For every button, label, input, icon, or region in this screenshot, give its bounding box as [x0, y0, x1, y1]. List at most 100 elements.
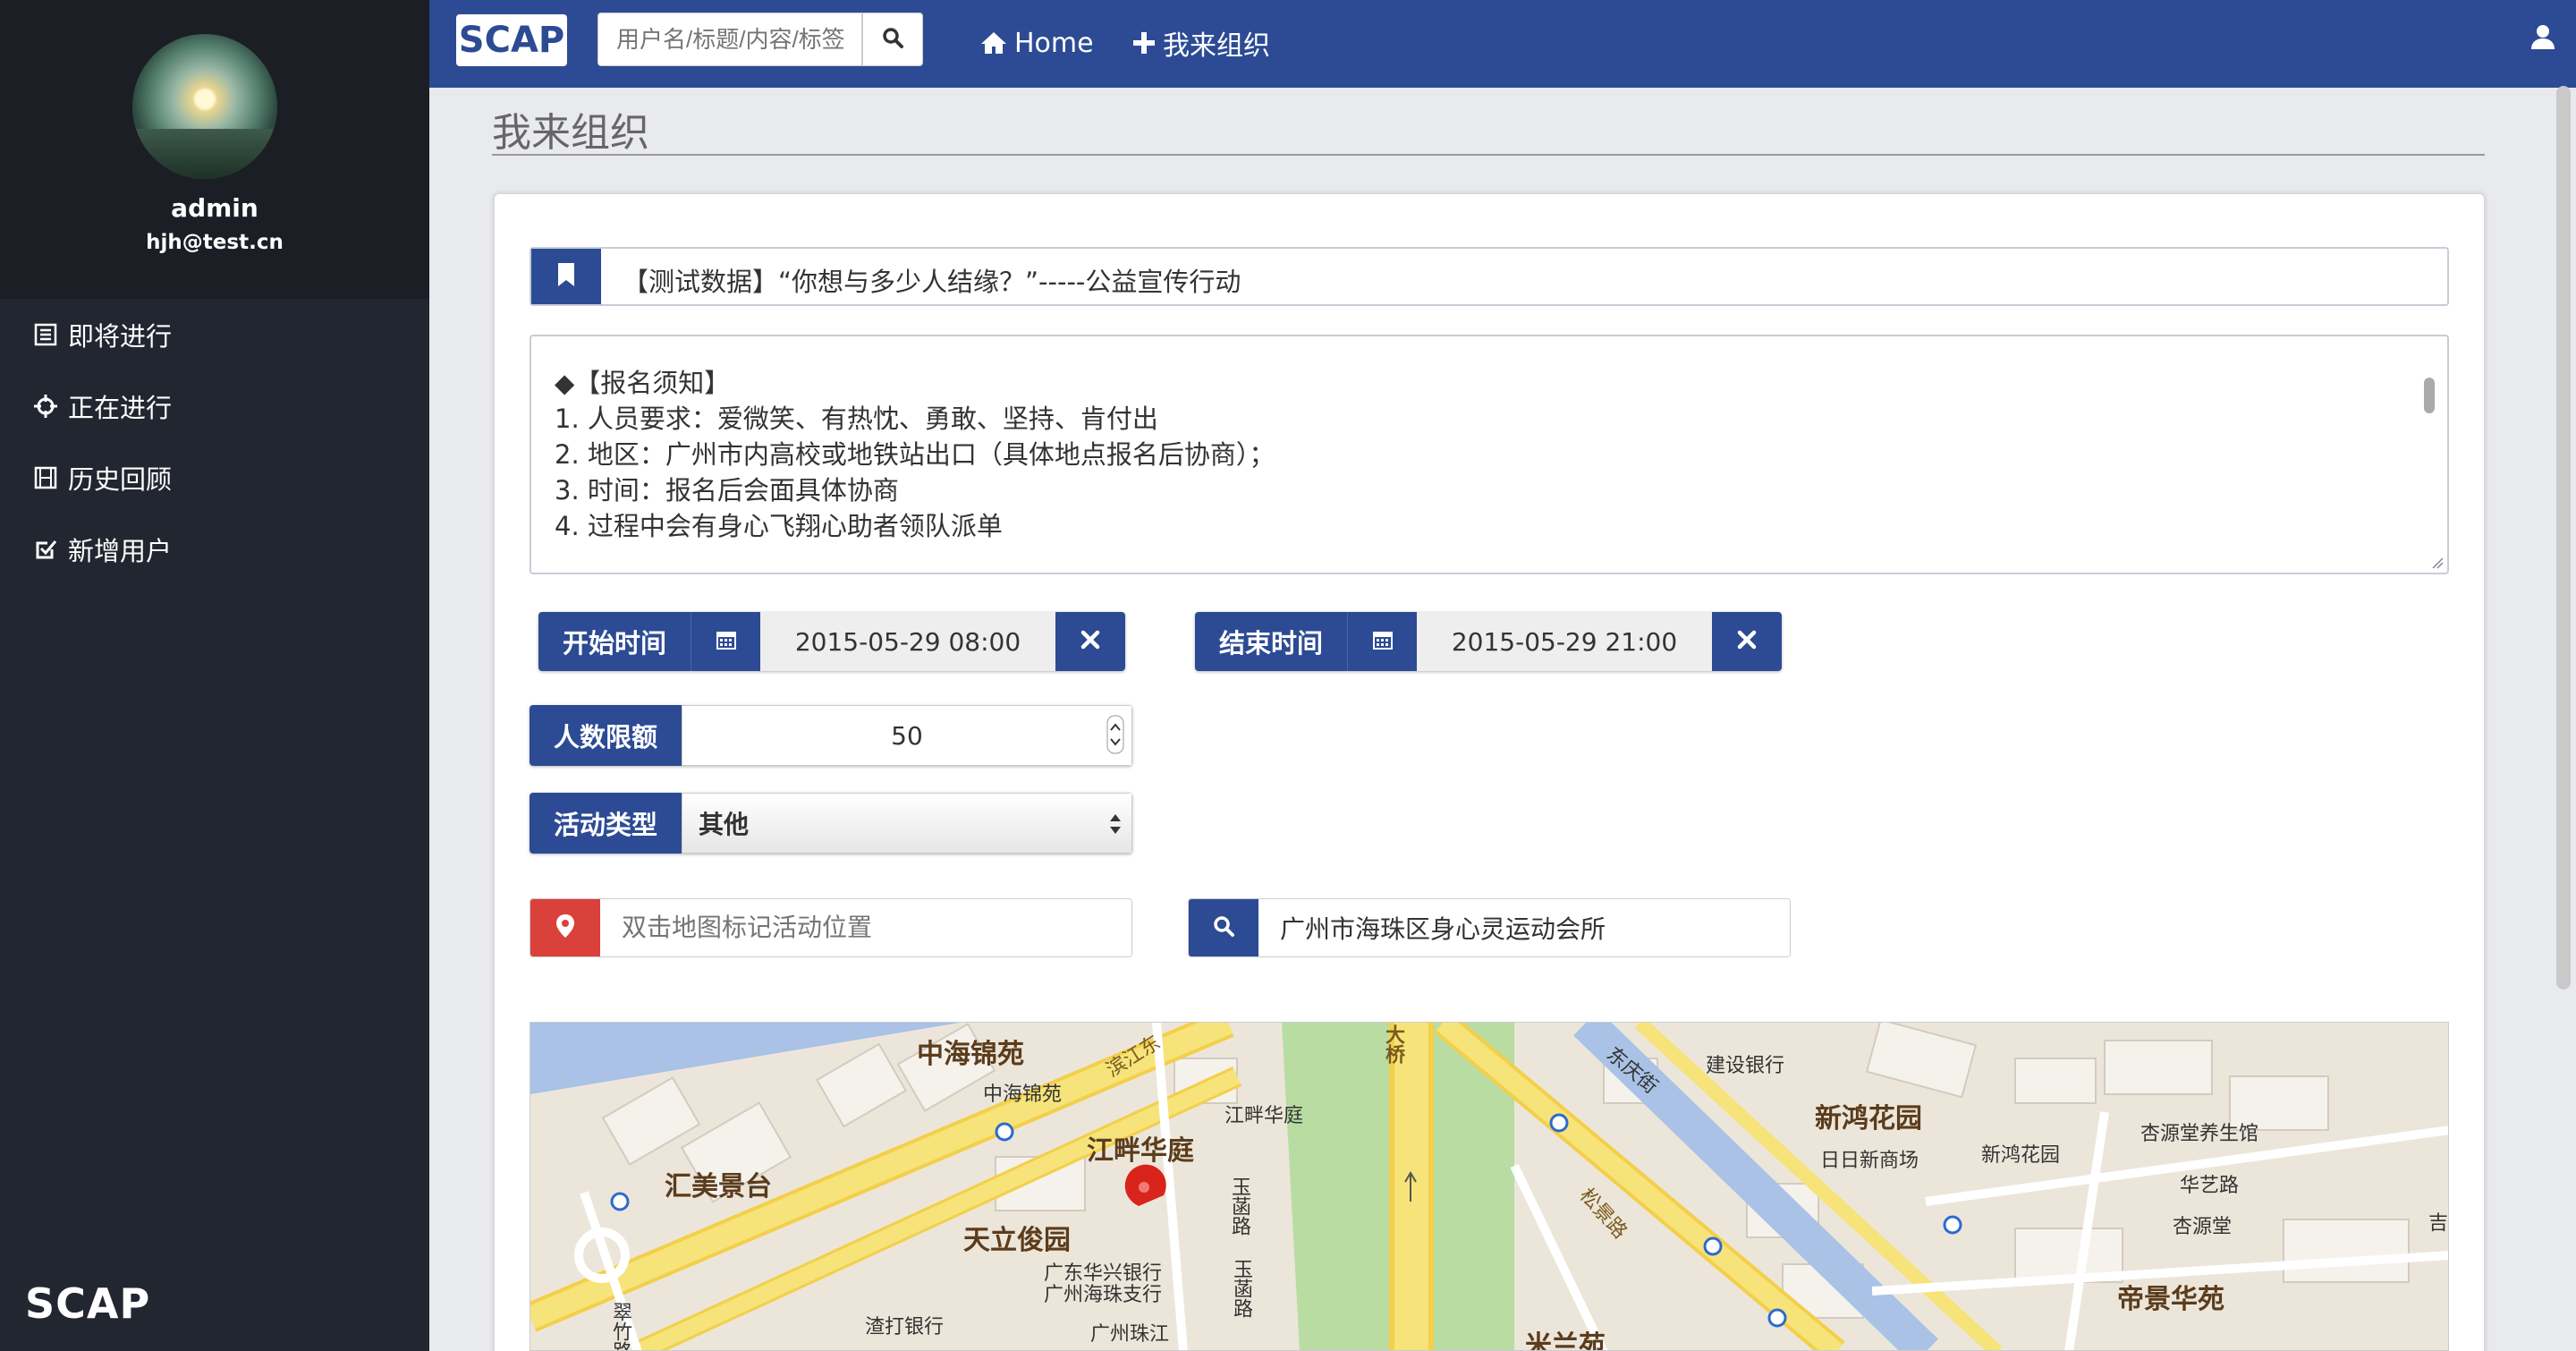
select-arrows-icon: [1108, 806, 1123, 848]
quota-input[interactable]: 50: [682, 705, 1132, 766]
start-time-value[interactable]: 2015-05-29 08:00: [760, 612, 1055, 671]
crosshair-icon: [30, 391, 61, 421]
map-poi-label: 吉: [2428, 1212, 2449, 1235]
page-title: 我来组织: [492, 110, 649, 156]
map-label: 汇美景台: [665, 1171, 772, 1202]
search-button[interactable]: [862, 13, 923, 66]
map-poi-label: 广州海珠支行: [1044, 1284, 1163, 1306]
home-icon: [980, 30, 1007, 55]
sidebar-item-ongoing[interactable]: 正在进行: [30, 381, 406, 431]
description-line: 4. 过程中会有身心飞翔心助者领队派单: [555, 511, 1003, 541]
resize-handle-icon[interactable]: [2429, 555, 2444, 569]
sidebar-item-label: 即将进行: [68, 321, 173, 352]
title-divider: [492, 154, 2485, 156]
start-time-group: 开始时间 2015-05-29 08:00: [538, 612, 1125, 671]
map-poi-label: 江畔华庭: [1224, 1105, 1304, 1127]
sidebar-item-label: 新增用户: [68, 536, 173, 566]
description-line: ◆【报名须知】: [555, 368, 731, 398]
map-road-label: 玉菡路: [1230, 1259, 1252, 1318]
logo[interactable]: SCAP: [456, 14, 567, 66]
home-link[interactable]: Home: [980, 20, 1094, 66]
sidebar-item-add-user[interactable]: 新增用户: [30, 524, 406, 574]
calendar-icon: [1371, 628, 1394, 655]
home-label: Home: [1014, 27, 1094, 59]
map-poi-label: 华艺路: [2180, 1175, 2240, 1197]
map-view[interactable]: 中海锦苑 汇美景台 江畔华庭 天立俊园 新鸿花园 帝景华苑 米兰苑 中海锦苑 江…: [530, 1022, 2449, 1351]
search-icon: [881, 26, 904, 53]
avatar[interactable]: [132, 34, 277, 179]
calendar-icon: [715, 628, 738, 655]
quota-value: 50: [891, 720, 923, 751]
film-icon: [30, 463, 61, 493]
profile-panel: admin hjh@test.cn: [0, 0, 429, 299]
end-calendar-button[interactable]: [1347, 612, 1417, 671]
organize-link[interactable]: 我来组织: [1132, 20, 1270, 66]
start-calendar-button[interactable]: [691, 612, 760, 671]
profile-username: admin: [171, 193, 258, 223]
activity-type-select[interactable]: 其他: [682, 793, 1132, 854]
check-square-icon: [30, 534, 61, 565]
map-label: 帝景华苑: [2117, 1284, 2224, 1315]
activity-title-value: 【测试数据】“你想与多少人结缘？”-----公益宣传行动: [623, 267, 1241, 297]
location-search-button[interactable]: [1189, 899, 1258, 956]
sidebar-brand: SCAP: [25, 1279, 151, 1328]
map-road-label: 翠竹路: [609, 1302, 631, 1351]
location-search-group: 广州市海珠区身心灵运动会所: [1188, 898, 1791, 957]
map-poi-label: 杏源堂: [2173, 1216, 2233, 1238]
sidebar-item-label: 历史回顾: [68, 464, 173, 495]
profile-email: hjh@test.cn: [146, 231, 284, 254]
page-scrollbar[interactable]: [2556, 86, 2571, 990]
close-icon: [1080, 630, 1100, 653]
map-poi-label: 杏源堂养生馆: [2140, 1123, 2259, 1145]
end-time-value[interactable]: 2015-05-29 21:00: [1417, 612, 1712, 671]
description-line: 3. 时间：报名后会面具体协商: [555, 475, 899, 506]
location-search-value[interactable]: 广州市海珠区身心灵运动会所: [1258, 899, 1790, 956]
description-textarea[interactable]: ◆【报名须知】 1. 人员要求：爱微笑、有热忱、勇敢、坚持、肯付出 2. 地区：…: [530, 335, 2449, 574]
title-addon: [531, 249, 601, 304]
map-road-label: 大桥: [1382, 1024, 1404, 1064]
description-line: 1. 人员要求：爱微笑、有热忱、勇敢、坚持、肯付出: [555, 404, 1158, 434]
activity-type-value: 其他: [699, 810, 750, 839]
description-text: ◆【报名须知】 1. 人员要求：爱微笑、有热忱、勇敢、坚持、肯付出 2. 地区：…: [555, 365, 1275, 544]
activity-type-label: 活动类型: [530, 793, 682, 854]
activity-type-group: 活动类型 其他: [530, 793, 1132, 854]
start-time-label: 开始时间: [538, 612, 691, 671]
quota-label: 人数限额: [530, 705, 682, 766]
map-label: 江畔华庭: [1087, 1135, 1194, 1167]
map-marker-addon: [530, 899, 600, 956]
activity-title-field[interactable]: 【测试数据】“你想与多少人结缘？”-----公益宣传行动: [530, 247, 2449, 306]
map-label: 米兰苑: [1525, 1330, 1606, 1351]
quota-group: 人数限额 50: [530, 705, 1132, 766]
scrollbar-thumb[interactable]: [2556, 86, 2571, 990]
map-label: 中海锦苑: [917, 1039, 1024, 1070]
start-clear-button[interactable]: [1055, 612, 1125, 671]
location-input[interactable]: [600, 899, 1131, 956]
map-marker-icon: [555, 913, 575, 942]
map-poi-label: 广州珠江: [1090, 1323, 1170, 1346]
map-label: 新鸿花园: [1815, 1103, 1922, 1134]
textarea-scrollbar[interactable]: [2424, 378, 2435, 413]
end-time-label: 结束时间: [1195, 612, 1347, 671]
map-poi-label: 日日新商场: [1820, 1150, 1919, 1172]
stepper-icon[interactable]: [1106, 715, 1124, 760]
description-line: 2. 地区：广州市内高校或地铁站出口（具体地点报名后协商）；: [555, 439, 1275, 470]
search-icon: [1212, 914, 1235, 941]
close-icon: [1737, 630, 1757, 653]
location-mark-group: [530, 898, 1132, 957]
sidebar-item-label: 正在进行: [68, 393, 173, 423]
sidebar-item-upcoming[interactable]: 即将进行: [30, 310, 406, 360]
sidebar: admin hjh@test.cn 即将进行 正在进行 历史回顾 新增用户 SC…: [0, 0, 429, 1351]
user-icon[interactable]: [2529, 23, 2556, 54]
sidebar-item-history[interactable]: 历史回顾: [30, 453, 406, 503]
end-time-group: 结束时间 2015-05-29 21:00: [1195, 612, 1782, 671]
search-input[interactable]: [597, 13, 862, 66]
plus-icon: [1132, 31, 1156, 55]
map-poi-label: 中海锦苑: [983, 1083, 1063, 1106]
map-poi-label: 建设银行: [1706, 1055, 1785, 1077]
top-navbar: SCAP Home 我来组织: [429, 0, 2576, 88]
organize-label: 我来组织: [1163, 30, 1270, 62]
list-icon: [30, 319, 61, 350]
map-road-label: 玉菡路: [1228, 1177, 1250, 1236]
end-clear-button[interactable]: [1712, 612, 1782, 671]
map-poi-label: 渣打银行: [865, 1316, 945, 1338]
